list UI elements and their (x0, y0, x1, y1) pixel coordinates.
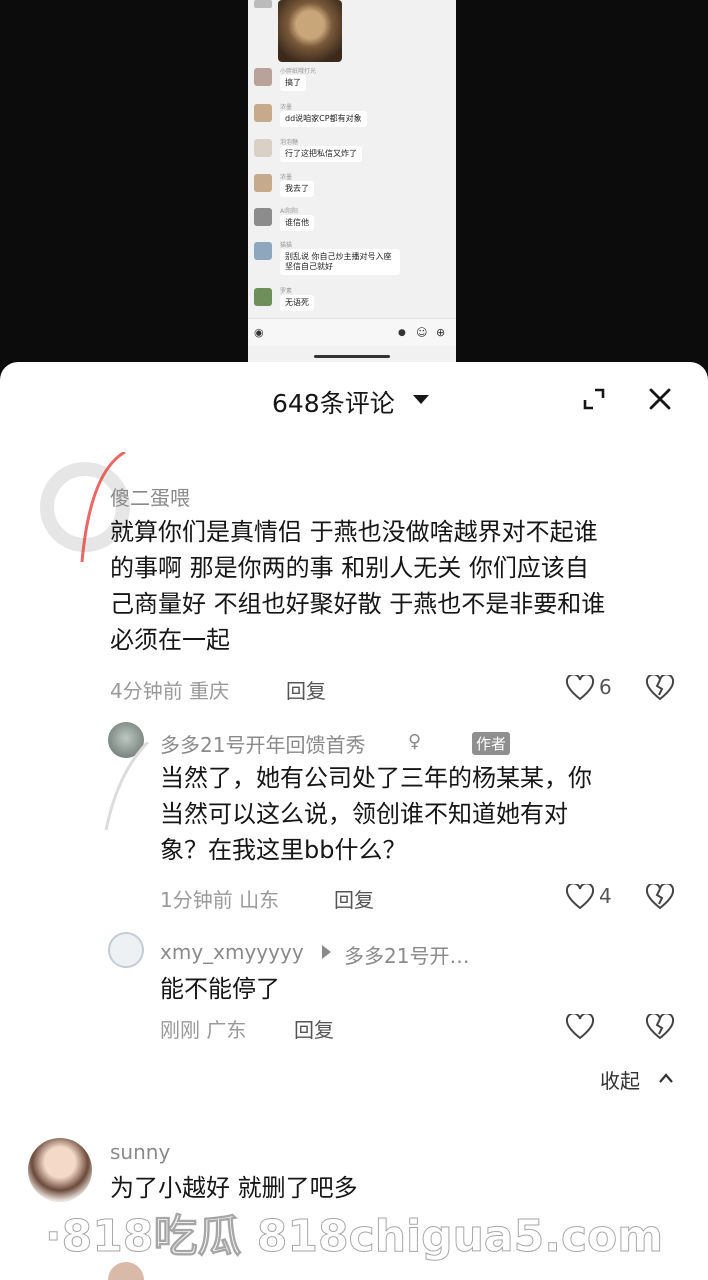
reply-arrow-icon (322, 945, 331, 959)
comment-line: 己商量好 不组也好聚好散 于燕也不是非要和谁 (110, 590, 606, 618)
watermark: ·818吃瓜 818chigua5.com (44, 1211, 664, 1263)
chevron-up-icon[interactable] (658, 1072, 674, 1084)
chat-sender: 罗素 (280, 288, 293, 295)
comment-username[interactable]: 傻二蛋喂 (110, 482, 190, 511)
chat-bubble: 行了这把私信又炸了 (280, 146, 362, 162)
chat-message: 浓墨 dd说咱家CP都有对象 (254, 102, 450, 132)
chat-avatar (254, 68, 272, 86)
voice-icon: ◉ (254, 326, 264, 339)
comment-line: 能不能停了 (160, 975, 280, 1003)
reply-button[interactable]: 回复 (286, 675, 326, 704)
panel-header: 648条评论 (0, 362, 708, 438)
chat-message: 浓墨 我去了 (254, 172, 450, 202)
caret-down-icon[interactable] (413, 395, 429, 404)
chat-message: 泡泡糖 行了这把私信又炸了 (254, 137, 450, 167)
like-count: 4 (599, 884, 612, 908)
chat-sender: 泡泡糖 (280, 139, 299, 146)
reply-to-username[interactable]: 多多21号开… (344, 940, 469, 969)
comment-line: 就算你们是真情侣 于燕也没做啥越界对不起谁 (110, 518, 598, 546)
gender-icon: ♀ (408, 731, 422, 752)
chat-sender: 猫猫 (280, 242, 293, 249)
comment-line: 当然了，她有公司处了三年的杨某某，你 (160, 764, 592, 792)
comment-text: 当然了，她有公司处了三年的杨某某，你 当然可以这么说，领创谁不知道她有对 象？在… (160, 760, 690, 868)
comment-time-location: 4分钟前 重庆 (110, 679, 230, 703)
chat-avatar (254, 242, 272, 260)
comment-line: 象？在我这里bb什么？ (160, 836, 407, 864)
like-count: 6 (599, 675, 612, 699)
comment-time-location: 1分钟前 山东 (160, 888, 280, 912)
avatar[interactable] (108, 932, 144, 968)
comment-username[interactable]: xmy_xmyyyyy (160, 940, 304, 964)
chat-input-bar: ◉ ● ☺ ⊕ (248, 318, 456, 346)
heart-icon[interactable] (566, 675, 594, 701)
avatar[interactable] (108, 1262, 144, 1280)
chat-bubble: dd说咱家CP都有对象 (280, 111, 367, 127)
chat-sender: 浓墨 (280, 174, 293, 181)
chat-avatar (254, 288, 272, 306)
chat-avatar (254, 139, 272, 157)
collapse-replies-button[interactable]: 收起 (600, 1065, 640, 1094)
chat-sticker-image (278, 0, 342, 62)
comment-username[interactable]: sunny (110, 1140, 170, 1164)
broken-heart-icon[interactable] (646, 1014, 674, 1040)
chat-message: 小胖纸哦打光 搞了 (254, 66, 450, 96)
comment-line: 必须在一起 (110, 626, 230, 654)
heart-icon[interactable] (566, 884, 594, 910)
comment-count-title[interactable]: 648条评论 (272, 384, 395, 420)
chat-bubble: 别乱说 你自己炒主播对号入座 坚信自己就好 (280, 249, 400, 275)
chat-screenshot: 小胖纸哦打光 搞了 浓墨 dd说咱家CP都有对象 泡泡糖 行了这把私信又炸了 浓… (248, 0, 456, 368)
comment-text: 能不能停了 (160, 971, 690, 1007)
chat-bubble: 我去了 (280, 181, 314, 197)
home-indicator (314, 355, 390, 358)
chat-avatar (254, 174, 272, 192)
comment-panel: 648条评论 傻二蛋喂 就算你们是真情侣 于燕也没做啥越界对不起谁 的事啊 那是… (0, 362, 708, 1280)
chat-bubble: 无语死 (280, 295, 314, 311)
reply-button[interactable]: 回复 (334, 884, 374, 913)
decorative-stroke (104, 742, 150, 831)
microphone-icon: ● (398, 328, 406, 338)
comment-time-location: 刚刚 广东 (160, 1018, 247, 1042)
comment-username[interactable]: 多多21号开年回馈首秀 (160, 729, 365, 758)
chat-message: AI阳阳 谁信他 (254, 206, 450, 236)
broken-heart-icon[interactable] (646, 675, 674, 701)
chat-message: 罗素 无语死 (254, 286, 450, 316)
avatar[interactable] (28, 1138, 92, 1202)
expand-icon[interactable] (583, 388, 605, 410)
chat-bubble: 搞了 (280, 75, 306, 91)
comment-line: 的事啊 那是你两的事 和别人无关 你们应该自 (110, 554, 589, 582)
comment-text: 就算你们是真情侣 于燕也没做啥越界对不起谁 的事啊 那是你两的事 和别人无关 你… (110, 514, 690, 658)
close-icon[interactable] (647, 386, 673, 412)
chat-avatar (254, 104, 272, 122)
heart-icon[interactable] (566, 1014, 594, 1040)
chat-avatar (254, 208, 272, 226)
emoji-icon: ☺ (416, 326, 428, 339)
chat-sender: AI阳阳 (280, 208, 298, 215)
chat-sender: 小胖纸哦打光 (280, 68, 317, 75)
plus-icon: ⊕ (436, 326, 446, 339)
author-badge: 作者 (472, 732, 511, 755)
video-area[interactable]: 小胖纸哦打光 搞了 浓墨 dd说咱家CP都有对象 泡泡糖 行了这把私信又炸了 浓… (0, 0, 708, 380)
chat-message: 猫猫 别乱说 你自己炒主播对号入座 坚信自己就好 (254, 240, 450, 280)
broken-heart-icon[interactable] (646, 884, 674, 910)
reply-button[interactable]: 回复 (294, 1014, 334, 1043)
chat-avatar (254, 0, 272, 8)
chat-sender: 浓墨 (280, 104, 293, 111)
chat-bubble: 谁信他 (280, 215, 314, 231)
comment-line: 当然可以这么说，领创谁不知道她有对 (160, 800, 568, 828)
